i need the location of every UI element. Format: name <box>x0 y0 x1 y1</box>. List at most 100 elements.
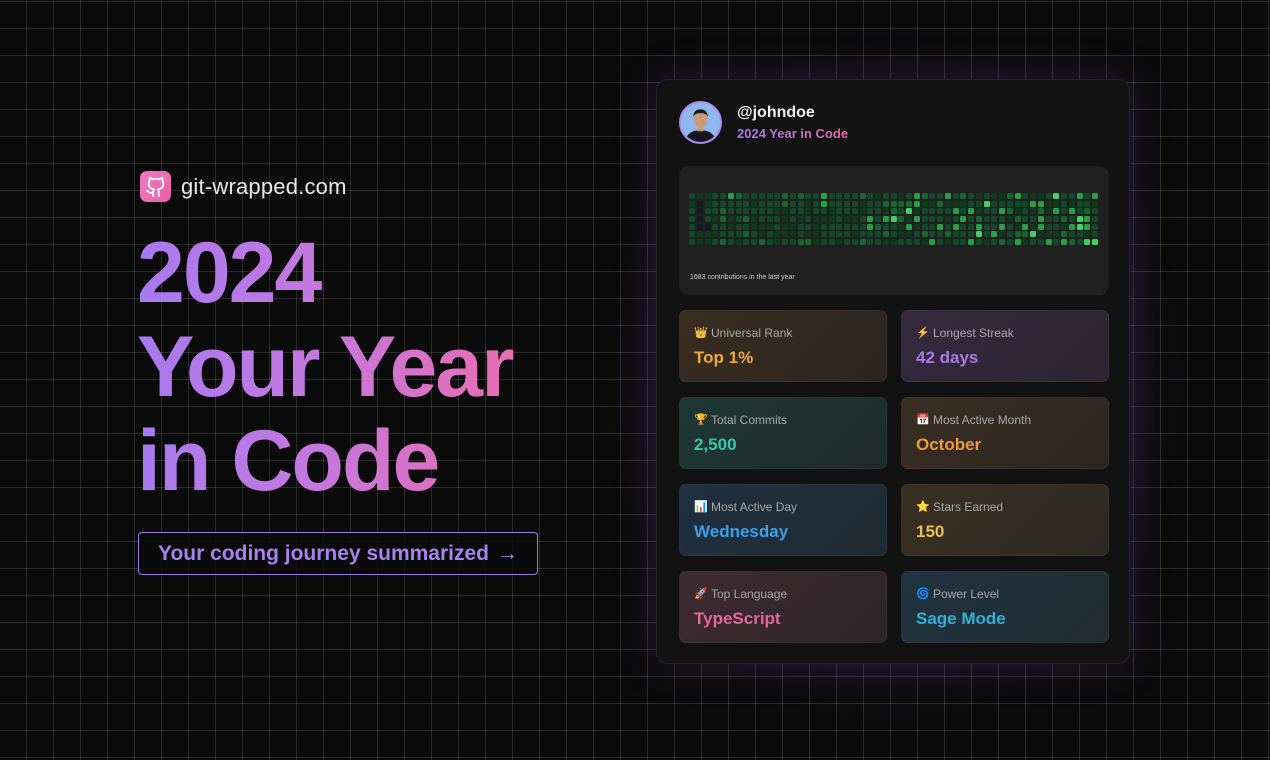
contribution-cell <box>898 200 905 207</box>
contribution-cell <box>1053 200 1060 207</box>
user-avatar[interactable] <box>679 101 722 144</box>
contribution-cell <box>1022 193 1029 199</box>
contribution-cell <box>782 231 788 238</box>
contribution-cell <box>1006 216 1013 223</box>
contribution-cell <box>875 200 881 207</box>
contribution-cell <box>1084 216 1091 223</box>
contribution-cell <box>859 208 866 215</box>
contribution-cell <box>743 231 750 238</box>
contribution-cell <box>743 216 750 223</box>
contribution-cell <box>1068 223 1075 230</box>
contribution-cell <box>1061 223 1067 230</box>
contribution-cell <box>1092 239 1098 246</box>
contribution-cell <box>1084 200 1091 207</box>
username: @johndoe <box>737 103 815 121</box>
brand[interactable]: git-wrapped.com <box>140 171 347 202</box>
stat-card-longest-streak: ⚡ Longest Streak 42 days <box>901 310 1109 382</box>
stat-card-most-active-day: 📊 Most Active Day Wednesday <box>679 484 887 556</box>
contribution-cell <box>975 200 982 207</box>
contribution-cell <box>875 223 881 230</box>
contribution-cell <box>1068 216 1075 223</box>
contribution-cell <box>913 239 920 246</box>
contribution-cell <box>1037 239 1044 246</box>
contribution-cell <box>867 193 874 199</box>
contribution-cell <box>975 239 982 246</box>
contribution-cell <box>751 239 757 246</box>
contribution-cell <box>1014 223 1021 230</box>
contribution-cell <box>1092 208 1098 215</box>
contribution-cell <box>952 208 959 215</box>
contribution-cell <box>1022 208 1029 215</box>
contribution-cell <box>689 239 695 246</box>
contribution-cell <box>805 200 812 207</box>
contribution-cell <box>805 239 812 246</box>
contribution-cell <box>751 208 757 215</box>
contribution-cell <box>720 216 726 223</box>
contribution-cell <box>937 193 943 199</box>
contribution-cell <box>751 216 757 223</box>
contribution-cell <box>820 216 827 223</box>
contribution-cell <box>789 231 796 238</box>
contribution-cell <box>913 208 920 215</box>
stat-label: Universal Rank <box>711 326 793 340</box>
contribution-cell <box>1092 223 1098 230</box>
contribution-cell <box>743 200 750 207</box>
contribution-cell <box>921 200 928 207</box>
contribution-cell <box>1084 208 1091 215</box>
contribution-cell <box>960 200 967 207</box>
contribution-cell <box>704 193 711 199</box>
contribution-cell <box>999 200 1005 207</box>
contribution-grid <box>689 193 1098 246</box>
contribution-cell <box>991 193 998 199</box>
contribution-cell <box>789 193 796 199</box>
contribution-cell <box>952 193 959 199</box>
contribution-cell <box>1022 239 1029 246</box>
contribution-cell <box>797 223 804 230</box>
contribution-cell <box>805 223 812 230</box>
contribution-cell <box>727 193 734 199</box>
stat-value: Wednesday <box>694 522 789 541</box>
contribution-cell <box>882 216 889 223</box>
contribution-cell <box>1061 193 1067 199</box>
cta-button[interactable]: Your coding journey summarized → <box>138 532 538 575</box>
contribution-cell <box>968 223 974 230</box>
contribution-cell <box>944 239 951 246</box>
contribution-cell <box>689 223 695 230</box>
contribution-cell <box>696 208 703 215</box>
contribution-cell <box>1092 200 1098 207</box>
contribution-cell <box>689 216 695 223</box>
contribution-cell <box>735 223 742 230</box>
contribution-cell <box>1037 223 1044 230</box>
contribution-cell <box>704 208 711 215</box>
contribution-cell <box>789 223 796 230</box>
contribution-cell <box>720 193 726 199</box>
contribution-cell <box>720 200 726 207</box>
rocket-icon: 🚀 <box>694 588 708 600</box>
contribution-cell <box>774 231 781 238</box>
stat-label: Stars Earned <box>933 500 1004 514</box>
contribution-cell <box>1084 193 1091 199</box>
contribution-cell <box>867 200 874 207</box>
contribution-cell <box>758 223 765 230</box>
contribution-cell <box>975 223 982 230</box>
contribution-cell <box>1006 231 1013 238</box>
contribution-cell <box>890 216 897 223</box>
contribution-cell <box>906 223 912 230</box>
contribution-cell <box>712 200 719 207</box>
contribution-cell <box>1053 216 1060 223</box>
contribution-cell <box>836 208 843 215</box>
contribution-cell <box>937 216 943 223</box>
contribution-cell <box>805 193 812 199</box>
contribution-cell <box>890 200 897 207</box>
contribution-cell <box>696 239 703 246</box>
contribution-cell <box>727 231 734 238</box>
contribution-cell <box>890 193 897 199</box>
contribution-cell <box>1061 216 1067 223</box>
contribution-cell <box>797 193 804 199</box>
contribution-cell <box>898 193 905 199</box>
contribution-cell <box>960 231 967 238</box>
contribution-cell <box>813 208 819 215</box>
contribution-cell <box>944 216 951 223</box>
contribution-cell <box>813 200 819 207</box>
stats-grid: 👑 Universal Rank Top 1% ⚡ Longest Streak 4… <box>679 310 1109 643</box>
